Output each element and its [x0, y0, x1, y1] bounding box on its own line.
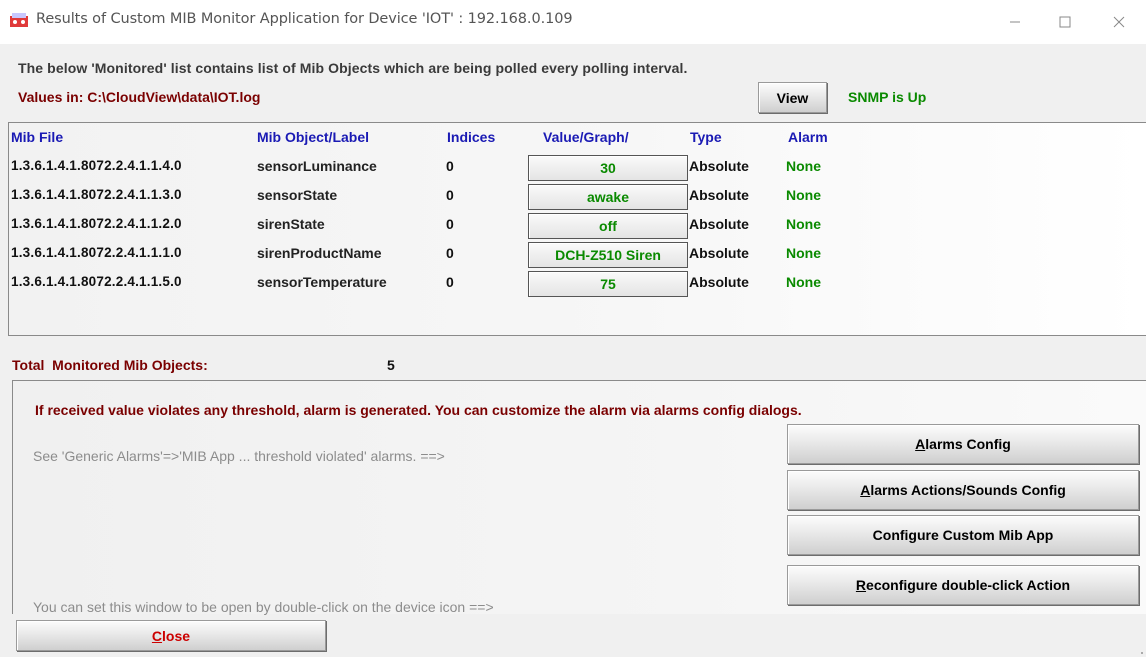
window-client-area: The below 'Monitored' list contains list…	[0, 44, 1146, 657]
alarms-config-label: larms Config	[925, 436, 1011, 452]
close-accel: C	[151, 627, 163, 644]
type-cell: Absolute	[689, 245, 749, 261]
double-click-hint: You can set this window to be open by do…	[33, 599, 494, 615]
snmp-status: SNMP is Up	[848, 89, 927, 105]
alarms-config-button[interactable]: Alarms Config	[787, 424, 1139, 464]
view-button[interactable]: View	[758, 82, 827, 113]
resize-grip-icon[interactable]	[1136, 647, 1144, 655]
table-row: 1.3.6.1.4.1.8072.2.4.1.1.4.0 sensorLumin…	[9, 152, 1146, 181]
window-title: Results of Custom MIB Monitor Applicatio…	[36, 11, 573, 27]
mib-file-cell: 1.3.6.1.4.1.8072.2.4.1.1.4.0	[11, 158, 182, 173]
reconfigure-double-click-button[interactable]: Reconfigure double-click Action	[787, 565, 1139, 605]
total-monitored-label: Total Monitored Mib Objects:	[12, 357, 208, 373]
mib-label-cell: sensorTemperature	[257, 274, 387, 290]
column-header-alarm: Alarm	[788, 129, 828, 145]
alarms-config-accel: A	[915, 436, 926, 452]
column-header-value: Value/Graph/	[543, 129, 629, 145]
index-cell: 0	[446, 158, 454, 174]
alarm-cell: None	[786, 216, 821, 232]
mib-label-cell: sensorState	[257, 187, 338, 203]
mib-file-cell: 1.3.6.1.4.1.8072.2.4.1.1.3.0	[11, 187, 182, 202]
maximize-button[interactable]	[1042, 6, 1088, 38]
alarm-cell: None	[786, 187, 821, 203]
mib-label-cell: sensorLuminance	[257, 158, 377, 174]
index-cell: 0	[446, 187, 454, 203]
column-header-mib-file: Mib File	[11, 129, 64, 145]
mib-label-cell: sirenState	[257, 216, 325, 232]
mib-file-cell: 1.3.6.1.4.1.8072.2.4.1.1.1.0	[11, 245, 182, 260]
type-cell: Absolute	[689, 187, 749, 203]
index-cell: 0	[446, 245, 454, 261]
table-row: 1.3.6.1.4.1.8072.2.4.1.1.3.0 sensorState…	[9, 181, 1146, 210]
close-window-button[interactable]	[1096, 6, 1142, 38]
mib-file-cell: 1.3.6.1.4.1.8072.2.4.1.1.2.0	[11, 216, 182, 231]
value-graph-button[interactable]: off	[528, 213, 688, 239]
value-graph-button[interactable]: DCH-Z510 Siren	[528, 242, 688, 268]
close-button[interactable]: Close	[16, 620, 326, 651]
close-label: lose	[162, 627, 191, 644]
title-bar: Results of Custom MIB Monitor Applicatio…	[0, 0, 1146, 44]
reconfigure-accel: R	[855, 577, 867, 593]
reconfigure-label: econfigure double-click Action	[866, 577, 1071, 593]
table-row: 1.3.6.1.4.1.8072.2.4.1.1.1.0 sirenProduc…	[9, 239, 1146, 268]
alarm-cell: None	[786, 158, 821, 174]
table-row: 1.3.6.1.4.1.8072.2.4.1.1.2.0 sirenState …	[9, 210, 1146, 239]
alarm-cell: None	[786, 274, 821, 290]
value-graph-button[interactable]: awake	[528, 184, 688, 210]
index-cell: 0	[446, 274, 454, 290]
type-cell: Absolute	[689, 158, 749, 174]
configure-custom-mib-app-button[interactable]: Configure Custom Mib App	[787, 515, 1139, 555]
monitored-list: Mib File Mib Object/Label Indices Value/…	[8, 122, 1146, 336]
app-icon	[10, 13, 28, 27]
type-cell: Absolute	[689, 216, 749, 232]
value-graph-button[interactable]: 30	[528, 155, 688, 181]
mib-label-cell: sirenProductName	[257, 245, 382, 261]
column-header-type: Type	[690, 129, 722, 145]
generic-alarms-hint: See 'Generic Alarms'=>'MIB App ... thres…	[33, 448, 445, 464]
close-icon	[1113, 16, 1125, 28]
table-row: 1.3.6.1.4.1.8072.2.4.1.1.5.0 sensorTempe…	[9, 268, 1146, 297]
value-graph-button[interactable]: 75	[528, 271, 688, 297]
column-header-indices: Indices	[447, 129, 496, 145]
total-monitored-count: 5	[387, 357, 395, 373]
alarms-actions-label: larms Actions/Sounds Config	[870, 482, 1066, 498]
index-cell: 0	[446, 216, 454, 232]
monitored-description: The below 'Monitored' list contains list…	[18, 60, 688, 76]
alarm-threshold-note: If received value violates any threshold…	[35, 402, 802, 418]
type-cell: Absolute	[689, 274, 749, 290]
alarms-actions-sounds-config-button[interactable]: Alarms Actions/Sounds Config	[787, 470, 1139, 510]
mib-file-cell: 1.3.6.1.4.1.8072.2.4.1.1.5.0	[11, 274, 182, 289]
alarms-actions-accel: A	[860, 482, 871, 498]
maximize-icon	[1059, 16, 1071, 28]
alarm-cell: None	[786, 245, 821, 261]
column-header-label: Mib Object/Label	[257, 129, 370, 145]
minimize-icon	[1010, 21, 1020, 23]
log-path: Values in: C:\CloudView\data\IOT.log	[18, 89, 261, 105]
minimize-button[interactable]	[992, 6, 1038, 38]
